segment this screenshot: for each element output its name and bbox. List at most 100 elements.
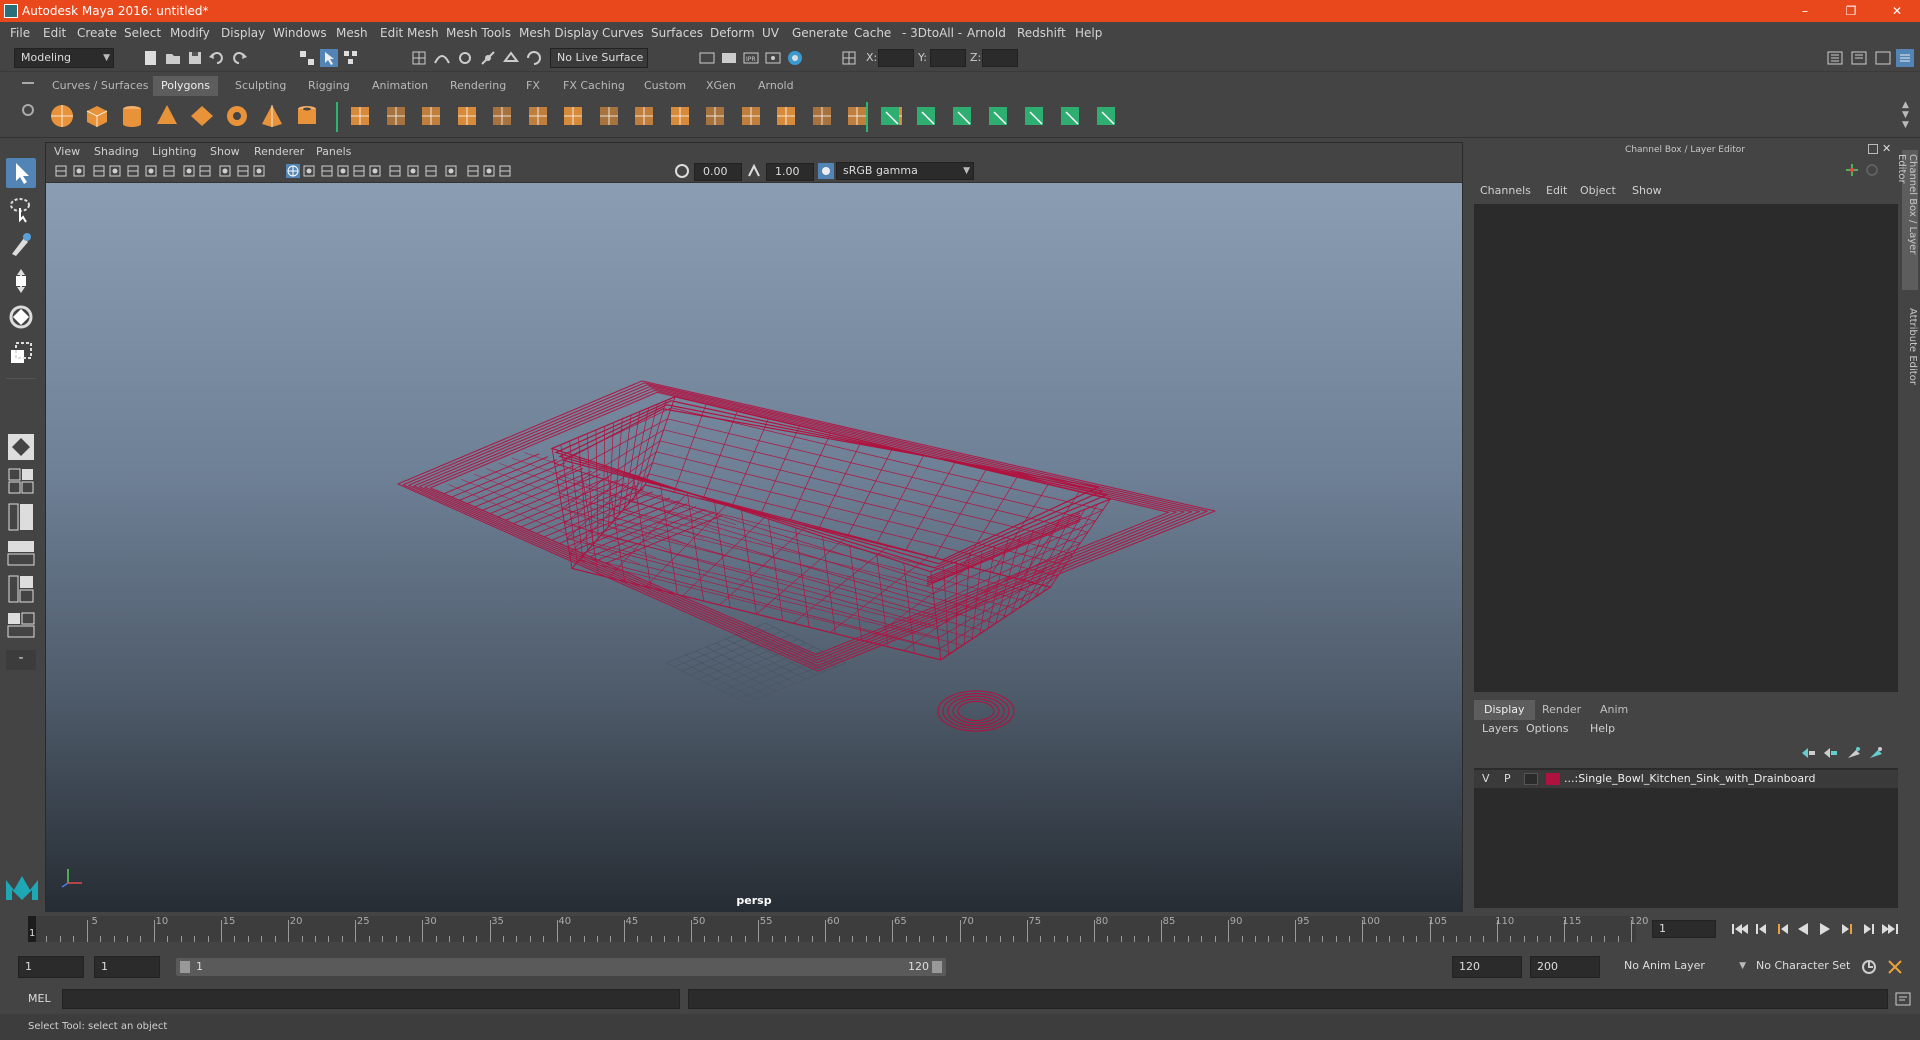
separate-icon[interactable]	[382, 102, 410, 130]
insert-edge-loop-icon[interactable]	[701, 102, 729, 130]
shelf-tab-custom[interactable]: Custom	[636, 76, 694, 96]
pipe-icon[interactable]	[293, 102, 321, 130]
menu-surfaces[interactable]: Surfaces	[651, 26, 703, 40]
use-lights-icon[interactable]	[352, 164, 366, 178]
cube-icon[interactable]	[83, 102, 111, 130]
channel-box-toggle-icon[interactable]	[1896, 49, 1914, 67]
shelf-settings-icon[interactable]	[22, 104, 34, 116]
default-material-icon[interactable]	[320, 164, 334, 178]
maximize-button[interactable]: ❐	[1828, 0, 1874, 22]
target-weld-icon[interactable]	[808, 102, 836, 130]
motion-blur-icon[interactable]	[406, 164, 420, 178]
layer-row[interactable]: V P ...:Single_Bowl_Kitchen_Sink_with_Dr…	[1474, 770, 1898, 788]
cylinder-icon[interactable]	[118, 102, 146, 130]
viewport-menu-show[interactable]: Show	[210, 145, 240, 158]
plane-icon[interactable]	[188, 102, 216, 130]
exposure-field[interactable]: 0.00	[694, 163, 742, 181]
anim-layer-dropdown[interactable]: No Anim Layer ▼	[1618, 957, 1746, 977]
camera-attributes-icon[interactable]	[72, 164, 86, 178]
select-object-icon[interactable]	[320, 49, 338, 67]
append-icon[interactable]	[737, 102, 765, 130]
menu-edit-mesh[interactable]: Edit Mesh	[380, 26, 439, 40]
command-input[interactable]	[62, 989, 680, 1009]
menu-create[interactable]: Create	[77, 26, 117, 40]
extrude-icon[interactable]	[630, 102, 658, 130]
ambient-occlusion-icon[interactable]	[388, 164, 402, 178]
animation-start-field[interactable]: 1	[18, 956, 84, 978]
layer-name[interactable]: ...:Single_Bowl_Kitchen_Sink_with_Drainb…	[1564, 772, 1815, 785]
menu-uv[interactable]: UV	[762, 26, 779, 40]
menu-select[interactable]: Select	[124, 26, 161, 40]
select-camera-icon[interactable]	[54, 164, 68, 178]
channel-menu-object[interactable]: Object	[1580, 184, 1616, 197]
shelf-tab-rendering[interactable]: Rendering	[442, 76, 514, 96]
minimize-button[interactable]: –	[1782, 0, 1828, 22]
bridge-icon[interactable]	[595, 102, 623, 130]
uv-editor-icon[interactable]	[1022, 102, 1050, 130]
uv-planar-icon[interactable]	[878, 102, 906, 130]
menu-help[interactable]: Help	[1075, 26, 1102, 40]
shelf-tab-polygons[interactable]: Polygons	[153, 76, 218, 96]
tab-render[interactable]: Render	[1532, 700, 1591, 720]
shelf-tab-rigging[interactable]: Rigging	[300, 76, 358, 96]
sphere-icon[interactable]	[48, 102, 76, 130]
save-scene-icon[interactable]	[186, 49, 204, 67]
viewport-canvas[interactable]: persp	[46, 183, 1462, 913]
move-layer-up-icon[interactable]	[1800, 746, 1816, 760]
ipr-render-icon[interactable]: IPR	[742, 49, 760, 67]
animation-end-field[interactable]: 200	[1530, 956, 1600, 978]
layer-color-swatch[interactable]	[1546, 773, 1560, 785]
uv-cylindrical-icon[interactable]	[950, 102, 978, 130]
scale-tool-icon[interactable]	[6, 338, 36, 368]
xray-joints-icon[interactable]	[482, 164, 496, 178]
open-scene-icon[interactable]	[164, 49, 182, 67]
z-field[interactable]	[982, 49, 1018, 67]
lasso-tool-icon[interactable]	[6, 194, 36, 224]
layer-menu-options[interactable]: Options	[1526, 722, 1568, 735]
color-space-dropdown[interactable]: sRGB gamma ▼	[836, 162, 974, 180]
shelf-tab-arnold[interactable]: Arnold	[750, 76, 802, 96]
shelf-tab-curves-surfaces[interactable]: Curves / Surfaces	[44, 76, 157, 96]
menu-curves[interactable]: Curves	[602, 26, 644, 40]
menu-redshift[interactable]: Redshift	[1017, 26, 1066, 40]
persp-graph-outliner-layout-icon[interactable]	[6, 574, 36, 604]
exposure-icon[interactable]	[674, 163, 690, 179]
move-tool-icon[interactable]	[6, 266, 36, 296]
current-time-marker[interactable]: 1	[28, 916, 36, 942]
uv-auto-icon[interactable]	[914, 102, 942, 130]
shelf-tab-fx[interactable]: FX	[518, 76, 548, 96]
four-view-layout-icon[interactable]	[6, 466, 36, 496]
input-mode-icon[interactable]	[840, 49, 858, 67]
new-scene-icon[interactable]	[142, 49, 160, 67]
uv-unfold-icon[interactable]	[1058, 102, 1086, 130]
grid-icon[interactable]	[162, 164, 176, 178]
smooth-icon[interactable]	[453, 102, 481, 130]
viewport-menu-shading[interactable]: Shading	[94, 145, 139, 158]
menu-3dtoall[interactable]: - 3DtoAll -	[902, 26, 962, 40]
channel-manipulator-icon[interactable]	[1844, 162, 1860, 178]
select-tool-icon[interactable]	[6, 158, 36, 188]
menu-deform[interactable]: Deform	[710, 26, 755, 40]
menu-mesh-display[interactable]: Mesh Display	[519, 26, 599, 40]
hypershade-layout-icon[interactable]	[6, 610, 36, 640]
persp-graph-layout-icon[interactable]	[6, 538, 36, 568]
attribute-editor-toggle-icon[interactable]	[1850, 49, 1868, 67]
live-surface-field[interactable]: No Live Surface	[550, 48, 648, 68]
step-back-frame-icon[interactable]	[1778, 924, 1788, 934]
render-view-icon[interactable]	[698, 49, 716, 67]
render-frame-icon[interactable]	[720, 49, 738, 67]
select-hierarchy-icon[interactable]	[298, 49, 316, 67]
resolution-gate-icon[interactable]	[198, 164, 212, 178]
command-language-label[interactable]: MEL	[28, 992, 51, 1005]
range-slider-end-handle[interactable]	[932, 961, 942, 973]
torus-icon[interactable]	[223, 102, 251, 130]
single-perspective-layout-icon[interactable]	[6, 432, 36, 462]
snap-grid-icon[interactable]	[410, 49, 428, 67]
2d-pan-zoom-icon[interactable]	[126, 164, 140, 178]
layer-playback-toggle[interactable]: P	[1504, 772, 1511, 785]
pyramid-icon[interactable]	[258, 102, 286, 130]
close-panel-icon[interactable]: ✕	[1882, 142, 1891, 155]
side-tab-channel-box[interactable]: Channel Box / Layer Editor	[1896, 150, 1918, 290]
go-to-start-icon[interactable]	[1732, 924, 1748, 934]
grease-pencil-icon[interactable]	[144, 164, 158, 178]
